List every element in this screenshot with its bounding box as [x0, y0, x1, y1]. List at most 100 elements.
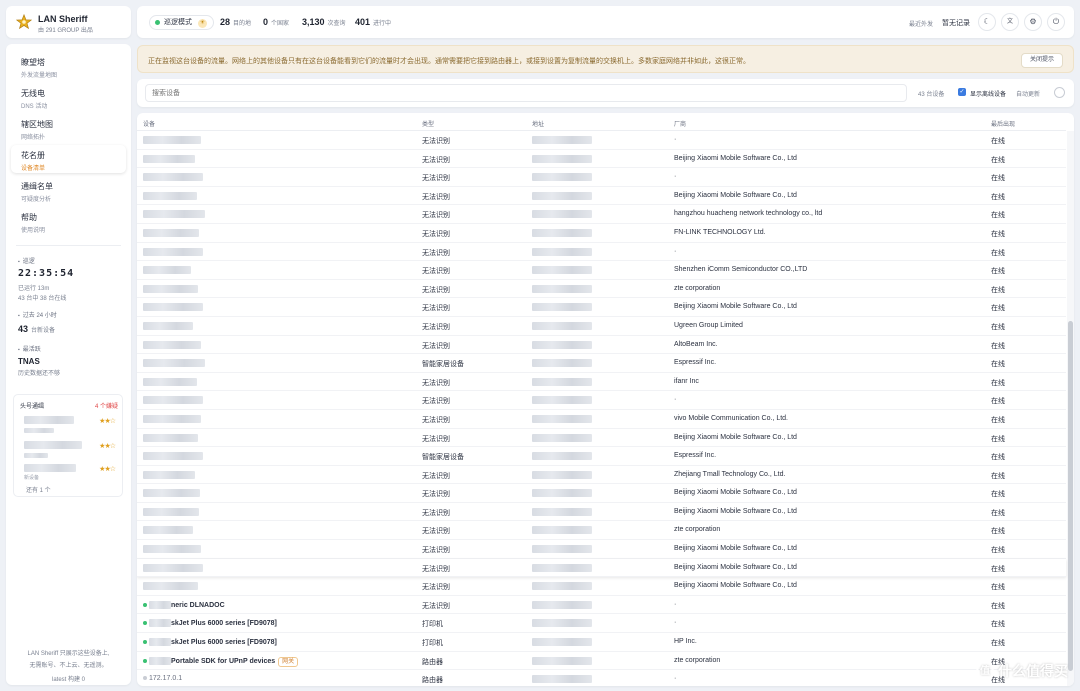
last-seen-status: 在线: [991, 175, 1005, 183]
device-address: [532, 303, 592, 312]
table-row[interactable]: 无法识别 · 在线: [137, 391, 1066, 410]
nav-item-roster[interactable]: 花名册 设备清单: [11, 145, 126, 173]
footer-note: 无需账号、不上云、无遥测。: [29, 663, 108, 669]
nav-item-wanted[interactable]: 通缉名单 可疑度分析: [11, 176, 126, 204]
table-row[interactable]: 无法识别 Zhejiang Tmall Technology Co., Ltd. 在…: [137, 466, 1066, 485]
dismiss-notice-button[interactable]: 关闭提示: [1020, 53, 1063, 68]
table-row[interactable]: 无法识别 Beijing Xiaomi Mobile Software Co., …: [137, 540, 1066, 559]
device-type: 无法识别: [422, 175, 450, 183]
filter-bar: 43 台设备 ✓ 显示离线设备 自动更新: [137, 79, 1074, 107]
table-row[interactable]: skJet Plus 6000 series [FD9078] 打印机 HP Inc…: [137, 633, 1066, 652]
table-row[interactable]: 无法识别 Beijing Xiaomi Mobile Software Co., …: [137, 558, 1066, 578]
col-type[interactable]: 类型: [422, 119, 434, 128]
device-type: 打印机: [422, 621, 443, 629]
footer-note: LAN Sheriff 只展示这些设备上,: [27, 651, 110, 657]
table-row[interactable]: 无法识别 · 在线: [137, 168, 1066, 187]
device-name: [143, 284, 413, 293]
table-row[interactable]: 无法识别 vivo Mobile Communication Co., Ltd. 在…: [137, 410, 1066, 429]
device-name: skJet Plus 6000 series [FD9078]: [143, 619, 413, 628]
online-dot: [143, 676, 147, 681]
device-address: [532, 489, 592, 498]
device-vendor: ·: [674, 600, 677, 608]
table-row[interactable]: Portable SDK for UPnP devices 网关 路由器 zte co…: [137, 652, 1066, 671]
device-name: [143, 396, 413, 405]
col-vendor[interactable]: 厂商: [674, 119, 686, 128]
suspect-item[interactable]: ★★☆: [24, 440, 119, 458]
table-row[interactable]: 无法识别 Beijing Xiaomi Mobile Software Co., …: [137, 503, 1066, 522]
app-name: LAN Sheriff: [38, 14, 88, 24]
device-name: [143, 191, 413, 200]
device-name: [143, 340, 413, 349]
last-seen-status: 在线: [991, 138, 1005, 145]
most-wanted-card[interactable]: 头号通缉 4 个嫌疑 ★★☆ ★★☆ 新设备 ★★☆ 还有 1 个: [13, 394, 123, 497]
refresh-icon[interactable]: [1054, 87, 1065, 98]
table-row[interactable]: 无法识别 Beijing Xiaomi Mobile Software Co., …: [137, 484, 1066, 503]
nav-item-map[interactable]: 辖区地图 网络拓扑: [11, 114, 126, 142]
col-last-seen[interactable]: 最后出现: [991, 119, 1015, 128]
online-dot: [143, 658, 147, 663]
last-seen-status: 在线: [991, 547, 1005, 555]
suspect-item[interactable]: 新设备 ★★☆: [24, 463, 119, 481]
table-row[interactable]: 无法识别 Shenzhen iComm Semiconductor CO.,LTD…: [137, 261, 1066, 280]
col-device[interactable]: 设备: [143, 119, 155, 128]
show-offline-label[interactable]: 显示离线设备: [970, 89, 1006, 98]
suspect-item[interactable]: ★★☆: [24, 415, 119, 433]
table-row[interactable]: 无法识别 hangzhou huacheng network technology…: [137, 205, 1066, 224]
table-row[interactable]: 无法识别 Beijing Xiaomi Mobile Software Co., …: [137, 429, 1066, 448]
scrollbar-thumb[interactable]: [1068, 321, 1073, 671]
sun-icon: ☀: [197, 19, 207, 28]
table-row[interactable]: 智能家居设备 Espressif Inc. 在线: [137, 354, 1066, 373]
nav-item-watchtower[interactable]: 瞭望塔 外发流量地图: [11, 52, 126, 80]
dark-mode-button[interactable]: ☾: [978, 13, 996, 31]
device-type: 智能家居设备: [422, 454, 464, 462]
scrollbar[interactable]: [1067, 131, 1074, 686]
device-name: [143, 136, 413, 144]
busiest-sub: 历史数据还不够: [18, 371, 61, 377]
table-row[interactable]: 智能家居设备 Espressif Inc. 在线: [137, 447, 1066, 466]
table-header: 设备 类型 地址 厂商 最后出现: [137, 113, 1066, 131]
table-row[interactable]: 无法识别 ifanr Inc 在线: [137, 373, 1066, 392]
table-row[interactable]: skJet Plus 6000 series [FD9078] 打印机 · 在线: [137, 614, 1066, 634]
device-name: [143, 470, 413, 479]
table-row[interactable]: 172.17.0.1 路由器 · 在线: [137, 670, 1066, 686]
device-type: 路由器: [422, 658, 443, 666]
power-button[interactable]: ⏻: [1047, 13, 1065, 31]
last-seen-status: 在线: [991, 472, 1005, 480]
table-row[interactable]: 无法识别 · 在线: [137, 131, 1066, 150]
device-vendor: Beijing Xiaomi Mobile Software Co., Ltd: [674, 563, 797, 571]
settings-button[interactable]: ⚙: [1024, 13, 1042, 31]
nav-item-help[interactable]: 帮助 使用说明: [11, 207, 126, 235]
device-type: 无法识别: [422, 416, 450, 424]
table-row[interactable]: 无法识别 FN-LINK TECHNOLOGY Ltd. 在线: [137, 224, 1066, 243]
table-row[interactable]: 无法识别 AltoBeam Inc. 在线: [137, 336, 1066, 355]
device-address: [532, 582, 592, 591]
table-row[interactable]: 无法识别 zte corporation 在线: [137, 521, 1066, 541]
device-type: 无法识别: [422, 584, 450, 592]
table-row[interactable]: 无法识别 Beijing Xiaomi Mobile Software Co., …: [137, 298, 1066, 317]
device-name: [143, 545, 413, 554]
device-vendor: Beijing Xiaomi Mobile Software Co., Ltd: [674, 489, 797, 497]
device-address: [532, 470, 592, 479]
table-row[interactable]: 无法识别 Beijing Xiaomi Mobile Software Co., …: [137, 150, 1066, 169]
table-row[interactable]: 无法识别 Ugreen Group Limited 在线: [137, 317, 1066, 336]
search-input[interactable]: [145, 84, 907, 102]
col-address[interactable]: 地址: [532, 119, 544, 128]
show-offline-checkbox[interactable]: ✓: [958, 88, 966, 96]
table-row[interactable]: 无法识别 Beijing Xiaomi Mobile Software Co., …: [137, 577, 1066, 596]
table-row[interactable]: 无法识别 · 在线: [137, 243, 1066, 262]
language-button[interactable]: 文: [1001, 13, 1019, 31]
nav-item-radio[interactable]: 无线电 DNS 活动: [11, 83, 126, 111]
device-vendor: Beijing Xiaomi Mobile Software Co., Ltd: [674, 582, 797, 590]
table-row[interactable]: neric DLNADOC 无法识别 · 在线: [137, 596, 1066, 615]
more-suspects-link[interactable]: 还有 1 个: [26, 485, 51, 494]
top-bar: 巡逻模式 ☀ 28 目的地 0 个国家 3,130 次查询 401 进行中 最近外发 暂…: [137, 6, 1074, 38]
patrol-mode-pill[interactable]: 巡逻模式 ☀: [149, 15, 214, 30]
device-address: [532, 377, 592, 386]
table-row[interactable]: 无法识别 zte corporation 在线: [137, 280, 1066, 299]
new-devices-count: 43 台新设备: [18, 324, 56, 334]
device-type: 无法识别: [422, 286, 450, 294]
suspicion-stars: ★★☆: [99, 466, 116, 473]
device-address: [532, 545, 592, 554]
nav-item-title: 无线电: [21, 89, 45, 98]
table-row[interactable]: 无法识别 Beijing Xiaomi Mobile Software Co., …: [137, 187, 1066, 206]
